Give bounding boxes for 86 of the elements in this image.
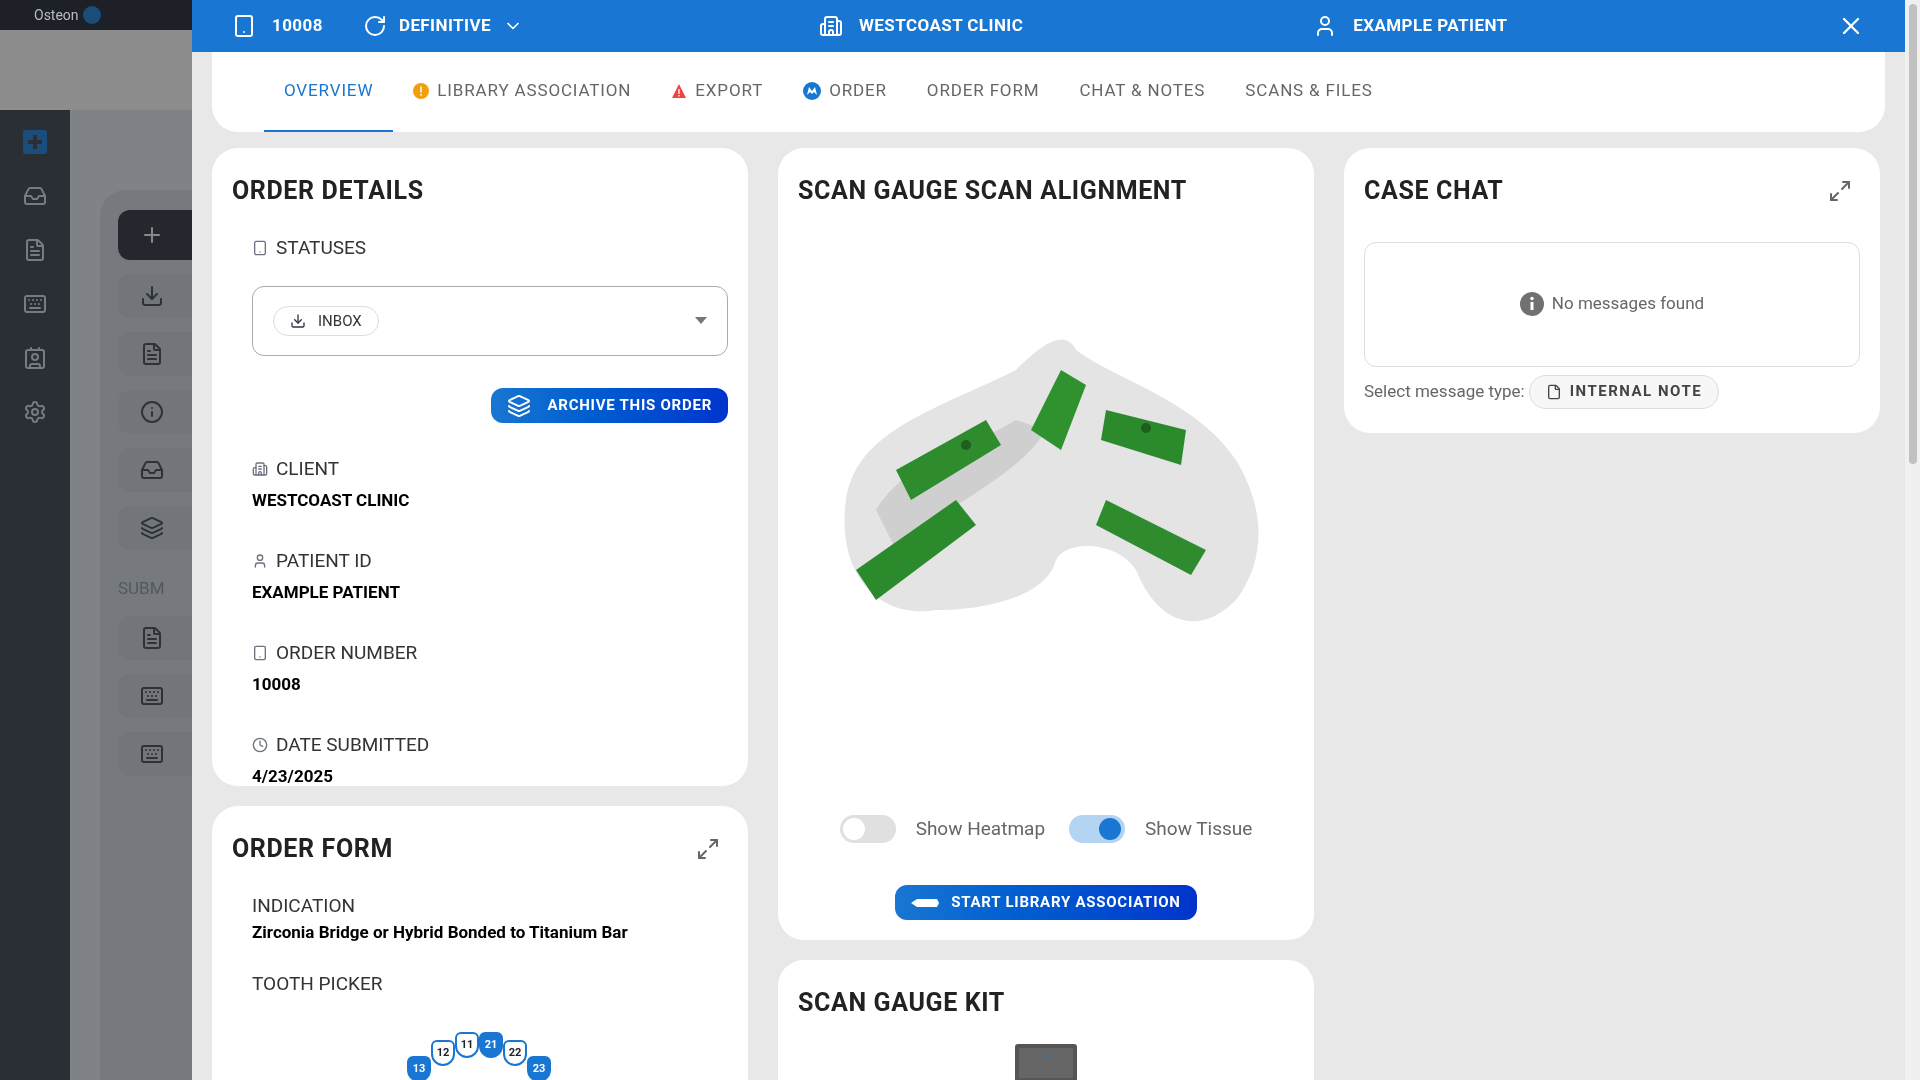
sidebar-icon[interactable] [23, 346, 47, 370]
menu-item[interactable] [118, 274, 192, 318]
clock-icon [252, 737, 268, 754]
menu-icon [140, 516, 164, 540]
building-icon [252, 461, 268, 478]
clinic-name: WESTCOAST CLINIC [859, 14, 1024, 38]
card-title: CASE CHAT [1364, 175, 1504, 207]
menu-item[interactable] [118, 673, 192, 718]
tab[interactable]: ORDER FORM [906, 52, 1060, 132]
expand-icon [696, 836, 720, 861]
menu-icon [140, 458, 164, 482]
menu-icon [140, 284, 164, 308]
logo-text: Osteon [34, 5, 79, 25]
tab[interactable]: SCANS & FILES [1225, 52, 1393, 132]
empty-message: No messages found [1551, 292, 1705, 316]
sidebar-icon[interactable] [23, 238, 47, 262]
card-title: ORDER FORM [232, 833, 393, 865]
field-label: TOOTH PICKER [252, 970, 384, 997]
menu-item[interactable] [118, 731, 192, 776]
field-label: STATUSES [276, 234, 367, 261]
dropdown-caret-icon [695, 317, 707, 325]
menu-item[interactable] [118, 506, 192, 550]
document-icon [1545, 383, 1562, 400]
field-label: INDICATION [252, 892, 357, 919]
scan-body-icon [911, 896, 940, 909]
tab[interactable]: EXPORT [651, 52, 784, 132]
layers-icon [507, 393, 532, 418]
field-label: PATIENT ID [276, 548, 372, 574]
order-number: 10008 [272, 14, 323, 38]
card-title: SCAN GAUGE KIT [798, 987, 1006, 1019]
field-label: ORDER NUMBER [276, 640, 418, 666]
logo-icon [82, 6, 101, 24]
status-dropdown[interactable]: DEFINITIVE [398, 13, 523, 39]
tooth[interactable]: 23 [527, 1056, 551, 1080]
expand-button[interactable] [1828, 178, 1852, 203]
rotate-icon [362, 14, 387, 38]
expand-button[interactable] [696, 836, 720, 861]
field-value: 4/23/2025 [252, 764, 334, 788]
tab[interactable]: LIBRARY ASSOCIATION [393, 52, 652, 132]
field-label: CLIENT [276, 456, 340, 482]
tab[interactable]: OVERVIEW [264, 52, 394, 132]
field-value: Zirconia Bridge or Hybrid Bonded to Titanium Bar [252, 921, 629, 944]
internal-note-button[interactable]: INTERNAL NOTE [1528, 374, 1720, 409]
download-icon [290, 313, 306, 329]
field-value: WESTCOAST CLINIC [252, 488, 411, 512]
toggle-switch[interactable] [839, 814, 896, 843]
menu-item[interactable] [118, 332, 192, 376]
card-title: SCAN GAUGE SCAN ALIGNMENT [798, 175, 1188, 207]
message-type-label: Select message type: [1364, 379, 1525, 403]
menu-item[interactable] [118, 390, 192, 434]
tooth[interactable]: 12 [431, 1040, 455, 1066]
tooth[interactable]: 21 [479, 1032, 503, 1058]
field-label: DATE SUBMITTED [276, 732, 430, 758]
tab[interactable]: CHAT & NOTES [1059, 52, 1226, 132]
expand-icon [1828, 178, 1852, 203]
toggle-label: Show Heatmap [915, 815, 1046, 842]
sidebar-icon[interactable] [23, 184, 47, 208]
start-association-button[interactable]: START LIBRARY ASSOCIATION [895, 885, 1197, 920]
field-value: 10008 [252, 672, 302, 696]
warning-icon [413, 83, 430, 99]
toggle-switch[interactable] [1069, 814, 1126, 843]
toggle-label: Show Tissue [1145, 815, 1253, 842]
menu-icon [140, 400, 164, 424]
menu-item[interactable] [118, 615, 192, 660]
field-value: EXAMPLE PATIENT [252, 580, 401, 604]
status-select[interactable]: INBOX [252, 286, 728, 356]
menu-icon [140, 342, 164, 366]
logo-icon [803, 82, 822, 100]
add-icon[interactable] [23, 130, 47, 154]
person-icon [252, 553, 268, 570]
menu-item[interactable] [118, 448, 192, 492]
menu-icon [140, 625, 164, 650]
info-icon [1519, 292, 1544, 316]
archive-button[interactable]: ARCHIVE THIS ORDER [491, 388, 728, 423]
card-title: ORDER DETAILS [232, 175, 425, 207]
tab[interactable]: ORDER [783, 52, 907, 132]
sidebar-icon[interactable] [23, 400, 47, 424]
sidebar-icon[interactable] [23, 292, 47, 316]
tooth[interactable]: 22 [503, 1040, 527, 1066]
scrollbar-thumb[interactable] [1908, 4, 1917, 464]
tooth[interactable]: 13 [407, 1056, 431, 1080]
patient-name: EXAMPLE PATIENT [1353, 14, 1508, 38]
building-icon [819, 14, 843, 38]
new-button[interactable] [118, 210, 192, 260]
tooth[interactable]: 11 [455, 1032, 479, 1058]
warning-triangle-icon [671, 83, 688, 99]
